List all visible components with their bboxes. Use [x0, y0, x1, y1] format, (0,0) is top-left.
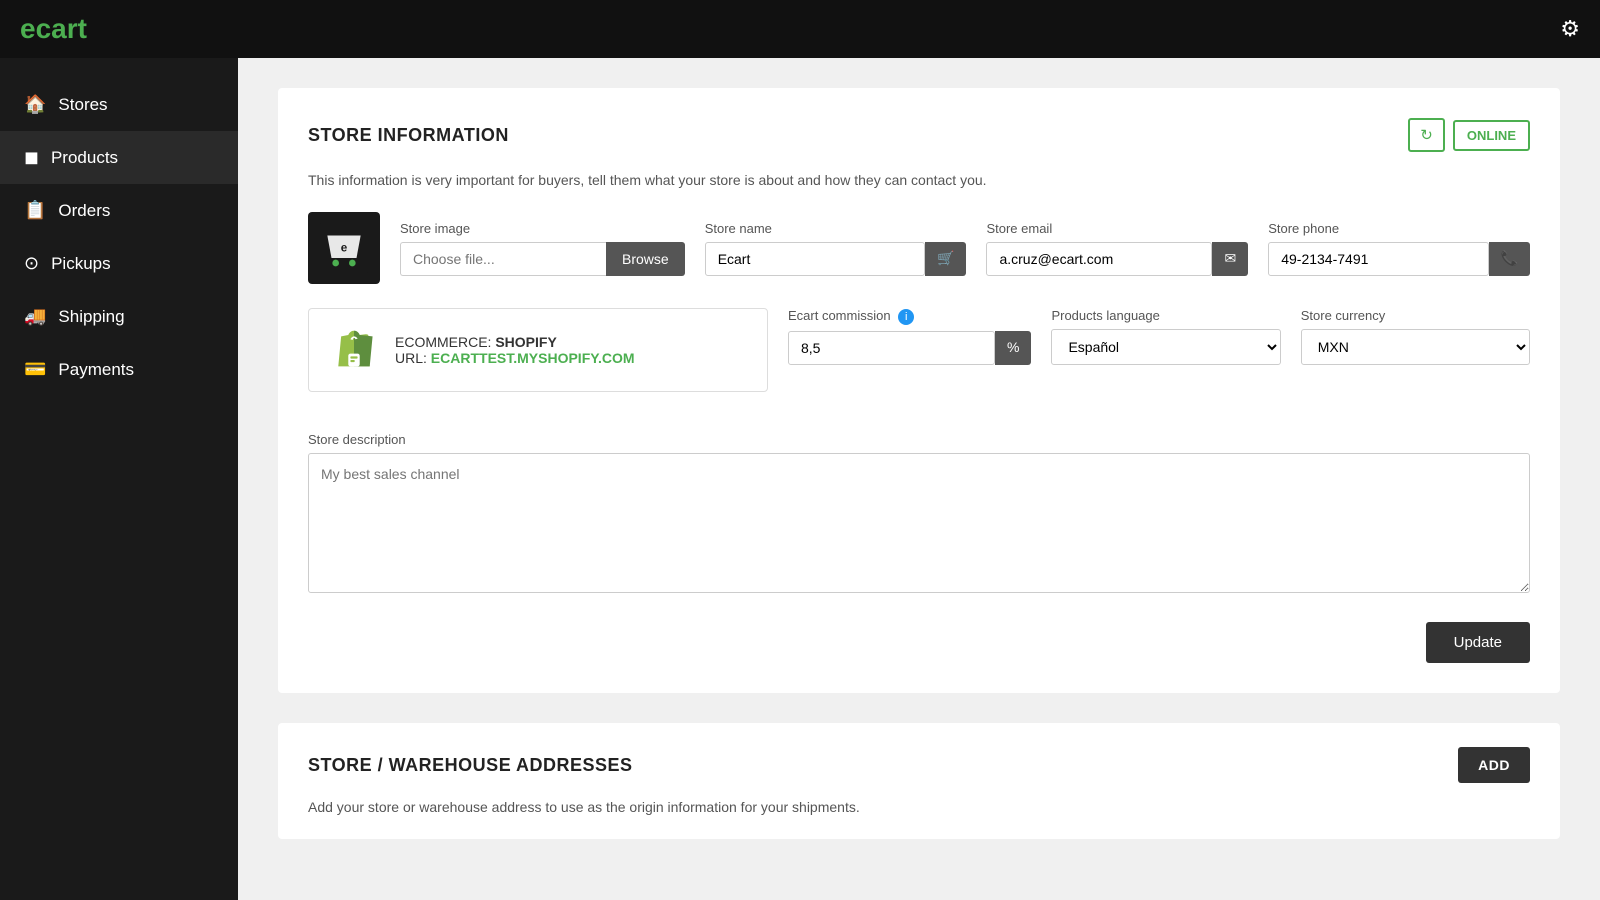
section-title: STORE INFORMATION: [308, 125, 509, 146]
sidebar-item-label: Products: [51, 148, 118, 168]
section-description: This information is very important for b…: [308, 172, 1530, 188]
topbar: ecart ⚙: [0, 0, 1600, 58]
commission-label: Ecart commission i: [788, 308, 1031, 325]
store-description-label: Store description: [308, 432, 1530, 447]
store-phone-label: Store phone: [1268, 221, 1530, 236]
integration-text: ECOMMERCE: SHOPIFY URL: ECARTTEST.MYSHOP…: [395, 334, 635, 366]
store-description-textarea[interactable]: [308, 453, 1530, 593]
sidebar-item-pickups[interactable]: ⊙ Pickups: [0, 237, 238, 290]
sidebar-item-products[interactable]: ◼ Products: [0, 131, 238, 184]
header-actions: ↻ ONLINE: [1408, 118, 1530, 152]
choose-file-input[interactable]: [400, 242, 606, 276]
sidebar: 🏠 Stores ◼ Products 📋 Orders ⊙ Pickups 🚚…: [0, 58, 238, 900]
sidebar-item-payments[interactable]: 💳 Payments: [0, 343, 238, 396]
store-description-group: Store description: [308, 432, 1530, 598]
home-icon: 🏠: [24, 94, 46, 115]
payments-icon: 💳: [24, 359, 46, 380]
app-logo: ecart: [20, 13, 87, 45]
commission-language-currency-row: Ecart commission i % Products language E…: [788, 308, 1530, 412]
commission-percent-label: %: [995, 331, 1031, 365]
section-header: STORE INFORMATION ↻ ONLINE: [308, 118, 1530, 152]
sidebar-item-stores[interactable]: 🏠 Stores: [0, 78, 238, 131]
store-image-label: Store image: [400, 221, 685, 236]
sidebar-item-label: Stores: [58, 95, 107, 115]
store-phone-icon-button[interactable]: 📞: [1489, 242, 1530, 276]
store-currency-label: Store currency: [1301, 308, 1530, 323]
store-email-input-group: ✉: [986, 242, 1248, 276]
warehouse-section: STORE / WAREHOUSE ADDRESSES ADD Add your…: [278, 723, 1560, 839]
store-phone-input[interactable]: [1268, 242, 1488, 276]
online-status-badge[interactable]: ONLINE: [1453, 120, 1530, 151]
settings-icon[interactable]: ⚙: [1560, 16, 1580, 42]
shopify-url: ECARTTEST.MYSHOPIFY.COM: [431, 350, 635, 366]
update-row: Update: [308, 622, 1530, 663]
sidebar-item-label: Pickups: [51, 254, 111, 274]
logo-highlight: e: [20, 13, 36, 44]
update-button[interactable]: Update: [1426, 622, 1530, 663]
store-info-section: STORE INFORMATION ↻ ONLINE This informat…: [278, 88, 1560, 693]
store-name-group: Store name 🛒: [705, 221, 967, 276]
file-input-group: Browse: [400, 242, 685, 276]
store-phone-input-group: 📞: [1268, 242, 1530, 276]
commission-input[interactable]: [788, 331, 995, 365]
warehouse-header: STORE / WAREHOUSE ADDRESSES ADD: [308, 747, 1530, 783]
add-address-button[interactable]: ADD: [1458, 747, 1530, 783]
ecommerce-label: ECOMMERCE: SHOPIFY: [395, 334, 635, 350]
commission-group: Ecart commission i %: [788, 308, 1031, 412]
orders-icon: 📋: [24, 200, 46, 221]
products-icon: ◼: [24, 147, 39, 168]
sidebar-item-label: Payments: [58, 360, 134, 380]
sidebar-item-shipping[interactable]: 🚚 Shipping: [0, 290, 238, 343]
url-label: URL: ECARTTEST.MYSHOPIFY.COM: [395, 350, 635, 366]
store-currency-select[interactable]: MXN USD EUR GBP: [1301, 329, 1530, 365]
content-area: STORE INFORMATION ↻ ONLINE This informat…: [238, 58, 1600, 900]
store-name-input[interactable]: [705, 242, 925, 276]
pickups-icon: ⊙: [24, 253, 39, 274]
commission-info-icon[interactable]: i: [898, 309, 914, 325]
shopify-logo-icon: [329, 325, 379, 375]
browse-button[interactable]: Browse: [606, 242, 685, 276]
refresh-button[interactable]: ↻: [1408, 118, 1445, 152]
image-upload-group: Store image Browse: [400, 221, 685, 276]
store-logo-preview: e: [308, 212, 380, 284]
store-currency-group: Store currency MXN USD EUR GBP: [1301, 308, 1530, 412]
products-language-label: Products language: [1051, 308, 1280, 323]
store-name-label: Store name: [705, 221, 967, 236]
integration-and-fields-row: ECOMMERCE: SHOPIFY URL: ECARTTEST.MYSHOP…: [308, 308, 1530, 412]
store-image-row: e Store image Browse Store name: [308, 212, 1530, 284]
main-layout: 🏠 Stores ◼ Products 📋 Orders ⊙ Pickups 🚚…: [0, 58, 1600, 900]
sidebar-item-label: Shipping: [58, 307, 124, 327]
store-phone-group: Store phone 📞: [1268, 221, 1530, 276]
svg-text:e: e: [341, 241, 348, 254]
commission-input-group: %: [788, 331, 1031, 365]
shopify-integration-banner: ECOMMERCE: SHOPIFY URL: ECARTTEST.MYSHOP…: [308, 308, 768, 392]
store-name-icon-button[interactable]: 🛒: [925, 242, 966, 276]
store-email-icon-button[interactable]: ✉: [1212, 242, 1248, 276]
logo-suffix: cart: [36, 13, 87, 44]
shipping-icon: 🚚: [24, 306, 46, 327]
products-language-select[interactable]: Español English Français Português: [1051, 329, 1280, 365]
store-name-input-group: 🛒: [705, 242, 967, 276]
store-logo-svg: e: [319, 223, 369, 273]
store-email-group: Store email ✉: [986, 221, 1248, 276]
warehouse-section-title: STORE / WAREHOUSE ADDRESSES: [308, 755, 633, 776]
store-email-input[interactable]: [986, 242, 1212, 276]
sidebar-item-orders[interactable]: 📋 Orders: [0, 184, 238, 237]
products-language-group: Products language Español English França…: [1051, 308, 1280, 412]
warehouse-description: Add your store or warehouse address to u…: [308, 799, 1530, 815]
sidebar-item-label: Orders: [58, 201, 110, 221]
store-email-label: Store email: [986, 221, 1248, 236]
